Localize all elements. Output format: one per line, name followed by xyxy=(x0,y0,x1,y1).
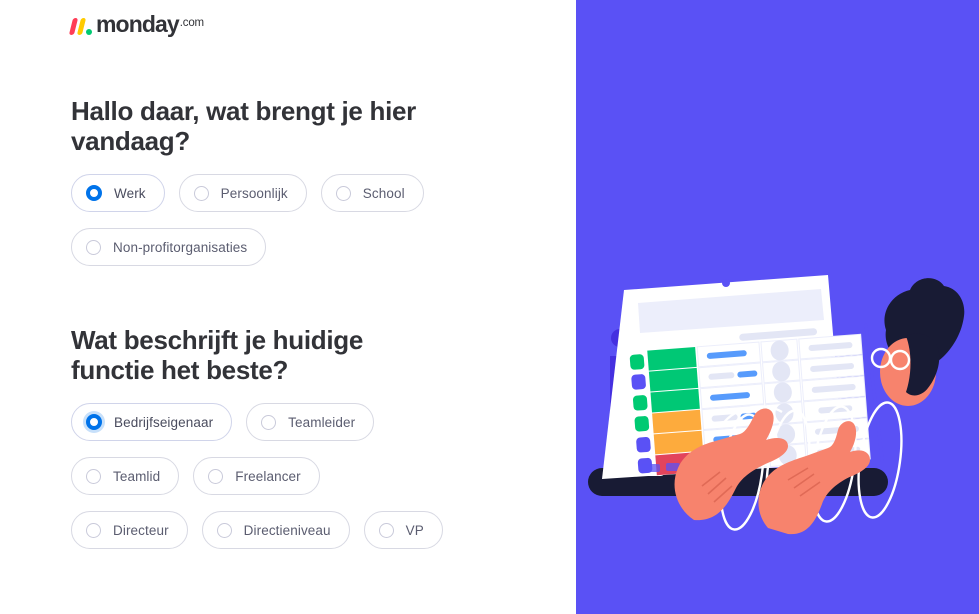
logo-dot-green xyxy=(86,29,92,35)
logo-mark-icon xyxy=(68,18,92,35)
radio-icon-directieniveau[interactable] xyxy=(216,522,232,538)
option-label: Werk xyxy=(114,185,146,201)
option-label: Freelancer xyxy=(235,468,301,484)
form-content: Hallo daar, wat brengt je hier vandaag? … xyxy=(71,96,531,565)
logo-wordmark: monday xyxy=(96,11,180,37)
radio-icon-teamleider[interactable] xyxy=(261,414,277,430)
option-label: School xyxy=(362,185,405,201)
role-row-2: Teamlid Freelancer xyxy=(71,457,491,511)
radio-icon-werk[interactable] xyxy=(86,185,102,201)
purpose-heading: Hallo daar, wat brengt je hier vandaag? xyxy=(71,96,416,156)
logo-tld: .com xyxy=(179,17,204,29)
onboarding-illustration xyxy=(588,275,965,535)
option-werk[interactable]: Werk xyxy=(71,174,165,212)
role-row-1: Bedrijfseigenaar Teamleider xyxy=(71,403,491,457)
option-school[interactable]: School xyxy=(320,174,424,212)
option-label: Non-profitorganisaties xyxy=(113,239,248,255)
option-vp[interactable]: VP xyxy=(363,511,443,549)
option-label: Directieniveau xyxy=(243,522,331,538)
role-row-3: Directeur Directieniveau VP xyxy=(71,511,491,565)
signup-onboarding-page: monday .com Hallo daar, wat brengt je hi… xyxy=(0,0,979,614)
role-heading: Wat beschrijft je huidige functie het be… xyxy=(71,325,364,385)
radio-icon-persoonlijk[interactable] xyxy=(193,185,209,201)
radio-icon-teamlid[interactable] xyxy=(86,468,101,484)
option-teamlid[interactable]: Teamlid xyxy=(71,457,180,495)
radio-icon-school[interactable] xyxy=(335,185,351,201)
option-bedrijfseigenaar[interactable]: Bedrijfseigenaar xyxy=(71,403,233,441)
radio-icon-vp[interactable] xyxy=(378,522,394,538)
option-persoonlijk[interactable]: Persoonlijk xyxy=(178,174,307,212)
left-form-pane: monday .com Hallo daar, wat brengt je hi… xyxy=(0,0,576,614)
radio-icon-non-profitorganisaties[interactable] xyxy=(86,239,101,255)
option-label: Persoonlijk xyxy=(220,185,288,201)
radio-icon-freelancer[interactable] xyxy=(208,468,224,484)
option-directieniveau[interactable]: Directieniveau xyxy=(201,511,350,549)
purpose-row-2: Non-profitorganisaties xyxy=(71,228,491,282)
option-label: VP xyxy=(405,522,424,538)
section-role: Wat beschrijft je huidige functie het be… xyxy=(71,325,531,565)
option-label: Bedrijfseigenaar xyxy=(114,414,214,430)
option-non-profitorganisaties[interactable]: Non-profitorganisaties xyxy=(71,228,267,266)
radio-icon-directeur[interactable] xyxy=(86,522,101,538)
option-label: Directeur xyxy=(113,522,169,538)
purpose-options: Werk Persoonlijk School Non-profitorgani… xyxy=(71,174,491,282)
option-label: Teamleider xyxy=(288,414,356,430)
option-teamleider[interactable]: Teamleider xyxy=(246,403,375,441)
radio-icon-bedrijfseigenaar[interactable] xyxy=(86,414,102,430)
option-freelancer[interactable]: Freelancer xyxy=(193,457,320,495)
right-illustration-pane xyxy=(576,0,979,614)
option-directeur[interactable]: Directeur xyxy=(71,511,188,549)
role-options: Bedrijfseigenaar Teamleider Teamlid Free… xyxy=(71,403,491,565)
purpose-row-1: Werk Persoonlijk School xyxy=(71,174,491,228)
option-label: Teamlid xyxy=(113,468,161,484)
logo-bar-yellow xyxy=(76,18,86,35)
monday-logo[interactable]: monday .com xyxy=(68,9,204,37)
person-head xyxy=(870,278,965,406)
section-purpose: Hallo daar, wat brengt je hier vandaag? … xyxy=(71,96,531,282)
